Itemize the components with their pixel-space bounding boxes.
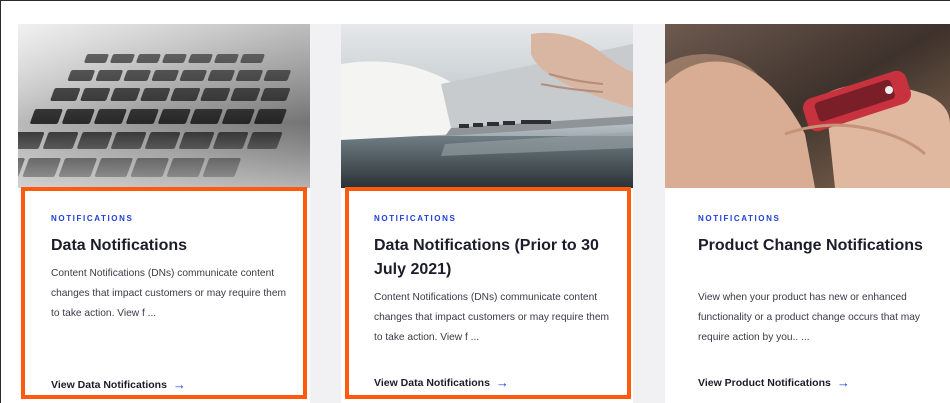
arrow-right-icon: → xyxy=(836,375,850,390)
card-title[interactable]: Data Notifications xyxy=(51,234,288,258)
card-gap xyxy=(633,24,665,403)
laptop-keyboard-photo xyxy=(18,24,310,188)
card-product-change-notifications[interactable]: NOTIFICATIONS Product Change Notificatio… xyxy=(665,24,950,403)
card-data-notifications[interactable]: NOTIFICATIONS Data Notifications Content… xyxy=(18,24,310,403)
view-data-notifications-link[interactable]: View Data Notifications → xyxy=(374,376,509,389)
card-body: NOTIFICATIONS Product Change Notificatio… xyxy=(665,188,950,403)
view-data-notifications-link[interactable]: View Data Notifications → xyxy=(51,378,186,391)
link-label: View Data Notifications xyxy=(51,378,167,391)
card-gap xyxy=(310,24,341,403)
card-title[interactable]: Product Change Notifications xyxy=(698,234,928,258)
hand-holding-phone-photo xyxy=(665,24,950,188)
arrow-right-icon: → xyxy=(172,377,186,392)
link-label: View Product Notifications xyxy=(698,376,831,389)
card-body: NOTIFICATIONS Data Notifications (Prior … xyxy=(341,188,633,403)
link-label: View Data Notifications xyxy=(374,376,490,389)
card-description: View when your product has new or enhanc… xyxy=(698,292,920,343)
card-description: Content Notifications (DNs) communicate … xyxy=(374,292,609,343)
card-data-notifications-prior[interactable]: NOTIFICATIONS Data Notifications (Prior … xyxy=(341,24,633,403)
card-description: Content Notifications (DNs) communicate … xyxy=(51,268,286,319)
card-category-tag: NOTIFICATIONS xyxy=(698,214,781,223)
card-body: NOTIFICATIONS Data Notifications Content… xyxy=(18,188,310,403)
card-category-tag: NOTIFICATIONS xyxy=(51,214,134,223)
card-title[interactable]: Data Notifications (Prior to 30 July 202… xyxy=(374,234,611,282)
hands-typing-laptop-photo xyxy=(341,24,633,188)
card-category-tag: NOTIFICATIONS xyxy=(374,214,457,223)
view-product-notifications-link[interactable]: View Product Notifications → xyxy=(698,376,850,389)
arrow-right-icon: → xyxy=(495,375,509,390)
